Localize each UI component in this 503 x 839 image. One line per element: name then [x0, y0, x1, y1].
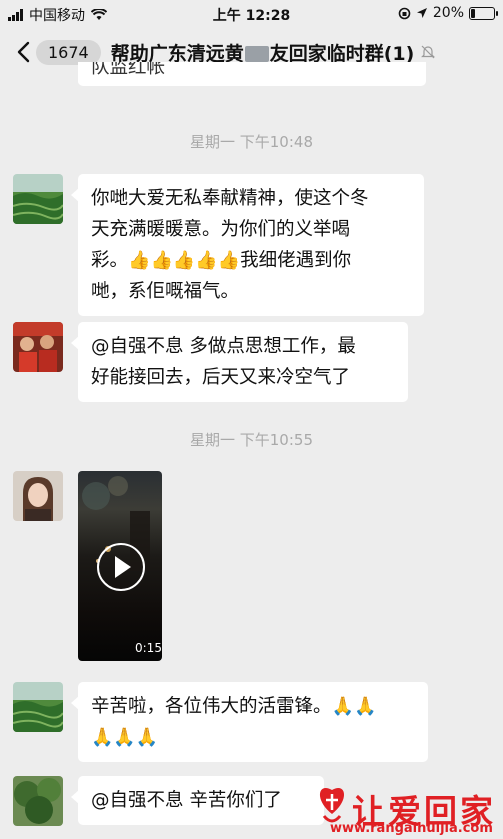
message-line: 哋，系佢嘅福气。: [91, 281, 240, 302]
thumbs-up-icon: 👍: [195, 250, 218, 271]
message-line: 你哋大爱无私奉献精神，使这个冬: [91, 188, 369, 209]
message-bubble[interactable]: 你哋大爱无私奉献精神，使这个冬 天充满暖暖意。为你们的义举喝 彩。👍👍👍👍👍我细…: [71, 174, 424, 316]
praying-hands-icon: 🙏: [113, 727, 136, 748]
message-bubble-previous[interactable]: 队监红帐: [78, 62, 426, 86]
praying-hands-icon: 🙏: [135, 727, 159, 748]
thumbs-up-icon: 👍: [217, 250, 241, 271]
unread-count-badge[interactable]: 1674: [36, 39, 101, 65]
message-text: 我细佬遇到你: [240, 250, 352, 271]
message-line: 好能接回去，后天又来冷空气了: [91, 367, 351, 388]
play-icon[interactable]: [97, 543, 145, 591]
battery-percent: 20%: [432, 5, 464, 21]
video-duration: 0:15: [135, 641, 162, 655]
orientation-lock-icon: [398, 7, 411, 19]
location-icon: [416, 8, 427, 18]
praying-hands-icon: 🙏: [91, 727, 114, 748]
video-message[interactable]: 0:15: [78, 471, 162, 661]
thumbs-up-icon: 👍: [150, 250, 173, 271]
message-bubble[interactable]: 辛苦啦，各位伟大的活雷锋。🙏🙏 🙏🙏🙏: [71, 682, 428, 762]
chevron-left-icon: [17, 41, 30, 63]
redacted-block: [244, 46, 269, 62]
message-text: 彩。: [91, 250, 129, 271]
avatar-trees[interactable]: [13, 776, 63, 826]
message-text: 辛苦啦，各位伟大的活雷锋。: [91, 696, 332, 717]
message-line: 🙏🙏🙏: [91, 722, 415, 753]
message-line: @自强不息 辛苦你们了: [91, 790, 282, 811]
message-text: 队监红帐: [91, 62, 166, 78]
message-line: @自强不息 多做点思想工作，最: [91, 336, 356, 357]
mute-bell-icon: [421, 45, 436, 59]
timestamp: 星期一 下午10:48: [190, 133, 313, 151]
avatar-woman[interactable]: [13, 471, 63, 521]
message-line: 彩。👍👍👍👍👍我细佬遇到你: [91, 245, 411, 276]
back-button[interactable]: [10, 32, 36, 72]
status-right: 20%: [398, 5, 498, 21]
message-bubble[interactable]: @自强不息 辛苦你们了: [71, 776, 324, 825]
battery-icon: [469, 6, 498, 20]
thumbs-up-icon: 👍: [172, 250, 196, 271]
avatar-tea-field[interactable]: [13, 174, 63, 224]
message-bubble[interactable]: @自强不息 多做点思想工作，最 好能接回去，后天又来冷空气了: [71, 322, 408, 402]
avatar-group-photo[interactable]: [13, 322, 63, 372]
message-line: 天充满暖暖意。为你们的义举喝: [91, 219, 351, 240]
battery-fill: [471, 8, 475, 18]
timestamp: 星期一 下午10:55: [190, 431, 313, 449]
watermark-url: www.rangaihuijia.com: [330, 821, 493, 836]
message-list[interactable]: 队监红帐 星期一 下午10:48 你哋大爱无私奉献精神，使这个冬 天充满暖暖意。…: [0, 62, 503, 839]
praying-hands-icon: 🙏: [353, 696, 377, 717]
praying-hands-icon: 🙏: [331, 696, 354, 717]
avatar-tea-field[interactable]: [13, 682, 63, 732]
status-bar: 中国移动 上午 12:28 20%: [0, 0, 503, 28]
thumbs-up-icon: 👍: [128, 250, 151, 271]
message-line: 辛苦啦，各位伟大的活雷锋。🙏🙏: [91, 691, 415, 722]
